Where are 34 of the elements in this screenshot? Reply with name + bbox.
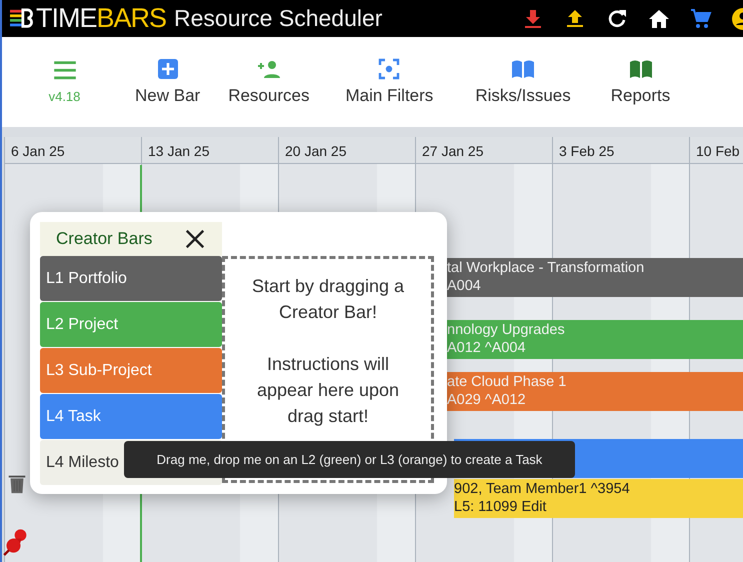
creator-bar[interactable]: L1 Portfolio [40, 256, 222, 301]
gantt-bar[interactable]: 902, Team Member1 ^3954 L5: 11099 Edit [454, 479, 743, 518]
drop-instructions: Instructions will appear here upon drag start! [256, 353, 400, 428]
logo-text: TIMEBARS [36, 5, 166, 32]
bar-label: A029 ^A012 [447, 391, 527, 409]
app-title: Resource Scheduler [174, 4, 382, 34]
panel-title: Creator Bars [56, 228, 152, 250]
week-header: 13 Jan 25 [142, 137, 278, 164]
week-header: 27 Jan 25 [416, 137, 552, 164]
bar-label: nnology Upgrades [447, 321, 566, 339]
focus-icon [377, 57, 402, 82]
bar-label: A012 ^A004 [447, 339, 527, 357]
week-header: 3 Feb 25 [553, 137, 689, 164]
week-header: 20 Jan 25 [279, 137, 415, 164]
bar-label: L5: 11099 Edit [454, 498, 548, 516]
toolbar-button[interactable]: Main Filters [337, 56, 442, 108]
bar-label: ate Cloud Phase 1 [447, 373, 568, 391]
cart-icon[interactable] [689, 6, 713, 30]
version-label: v4.18 [48, 88, 80, 106]
bar-label: tal Workplace - Transformation [447, 259, 646, 277]
toolbar-button[interactable]: Risks/Issues [467, 56, 579, 108]
creator-bar[interactable]: L4 Task [40, 394, 222, 439]
toolbar-button[interactable]: New Bar [127, 56, 208, 108]
week-header: 6 Jan 25 [5, 137, 141, 164]
bar-label: 902, Team Member1 ^3954 [454, 480, 631, 498]
gantt-bar[interactable]: tal Workplace - Transformation A004 [447, 258, 743, 297]
toolbar-button[interactable]: Reports [602, 56, 678, 108]
drop-instructions: Start by dragging a Creator Bar! [250, 275, 406, 324]
week-header: 10 Feb [690, 137, 743, 164]
tooltip: Drag me, drop me on an L2 (green) or L3 (orange) to create a Task [124, 441, 575, 478]
toolbar-button[interactable]: Resources [220, 56, 318, 108]
close-icon[interactable] [184, 228, 206, 250]
plus-icon [156, 57, 180, 82]
bar-label: A004 [447, 277, 482, 295]
